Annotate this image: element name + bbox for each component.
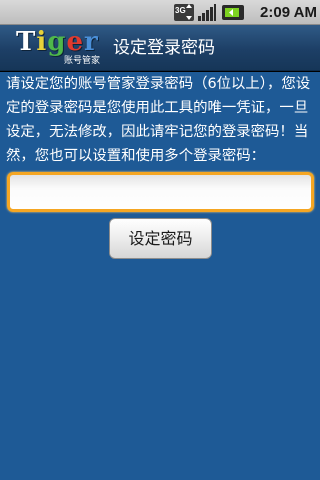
3g-data-icon: 3G xyxy=(174,4,194,21)
password-input[interactable] xyxy=(7,172,314,212)
logo-subtitle: 账号管家 xyxy=(64,56,101,66)
page-title: 设定登录密码 xyxy=(113,38,215,58)
main-content: 请设定您的账号管家登录密码（6位以上），您设定的登录密码是您使用此工具的唯一凭证… xyxy=(0,72,320,480)
logo-letter: T xyxy=(16,27,37,57)
instructions-text: 请设定您的账号管家登录密码（6位以上），您设定的登录密码是您使用此工具的唯一凭证… xyxy=(6,76,311,164)
app-title-bar: Tiger 账号管家 设定登录密码 xyxy=(0,25,320,71)
status-bar: 3G 2:09 AM xyxy=(0,0,320,25)
logo-letter: g xyxy=(47,27,67,57)
tiger-logo: Tiger 账号管家 xyxy=(12,27,106,67)
logo-wordmark: Tiger xyxy=(16,27,99,57)
clock: 2:09 AM xyxy=(260,4,317,21)
set-password-button[interactable]: 设定密码 xyxy=(109,218,212,259)
logo-letter: r xyxy=(83,27,99,57)
logo-letter: e xyxy=(66,27,84,57)
battery-icon xyxy=(222,5,244,20)
signal-icon xyxy=(198,4,216,21)
network-label: 3G xyxy=(175,6,186,15)
logo-letter: i xyxy=(36,27,48,57)
